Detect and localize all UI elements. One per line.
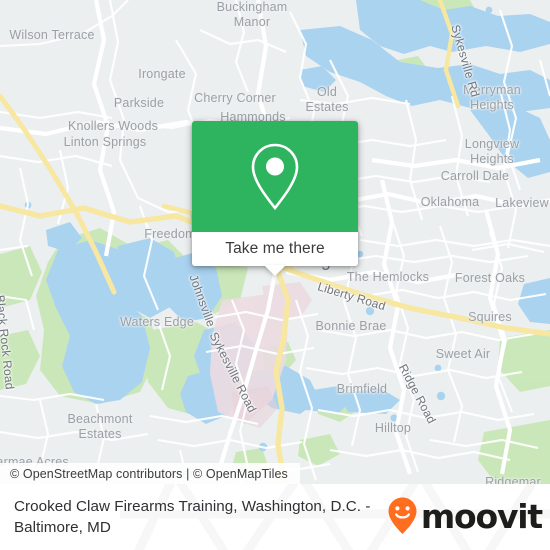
footer-bar: Crooked Claw Firearms Training, Washingt… [0,484,550,550]
moovit-wordmark: moovit [420,496,543,536]
take-me-there-button[interactable]: Take me there [192,232,358,266]
attribution-text: © OpenStreetMap contributors | © OpenMap… [10,466,288,481]
map-pin-icon [251,143,299,210]
moovit-pin-smile-icon [388,497,417,534]
popup-pointer [264,265,286,276]
map-attribution[interactable]: © OpenStreetMap contributors | © OpenMap… [0,463,300,484]
map-canvas[interactable]: Wilson Terrace Buckingham Manor Irongate Che… [0,0,550,484]
page-title: Crooked Claw Firearms Training, Washingt… [14,498,371,536]
take-me-there-label: Take me there [225,240,325,257]
moovit-brand[interactable]: moovit [386,496,543,536]
location-popup[interactable]: Take me there [192,121,358,276]
popup-image-area [192,121,358,232]
